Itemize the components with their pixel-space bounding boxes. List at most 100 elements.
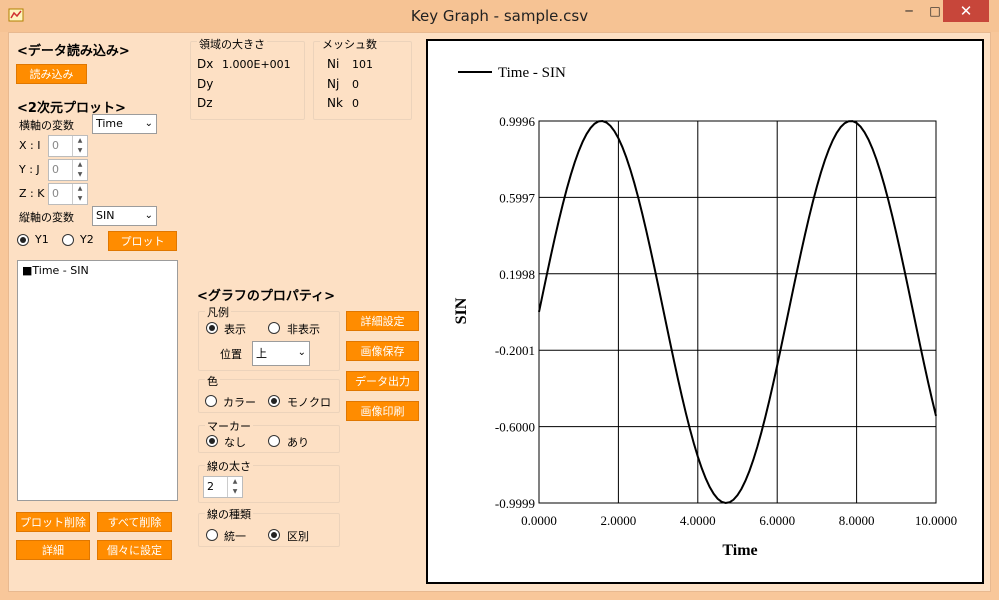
x-index-spinner[interactable]: 0 ▲ ▼ [48,135,88,157]
delete-plot-button[interactable]: プロット削除 [16,512,90,532]
y-tick-label: 0.9996 [499,114,535,129]
yvar-select-value: SIN [96,209,115,222]
color-opt-label: カラー [223,396,256,409]
x-tick-label: 4.0000 [680,513,716,528]
nj-label: Nj [327,77,340,91]
xvar-select-value: Time [96,117,123,130]
chevron-down-icon: ⌄ [144,118,153,129]
plot-button[interactable]: プロット [108,231,177,251]
line-type-label: 線の種類 [205,506,253,522]
spinner-arrows-icon[interactable]: ▲ ▼ [72,136,87,156]
z-index-label: Z : K [19,187,45,200]
y-tick-label: -0.6000 [495,420,535,435]
line-unify-label: 統一 [224,530,246,543]
dz-label: Dz [197,96,213,110]
legend-position-select[interactable]: 上 ⌄ [252,341,310,366]
line-width-spinner[interactable]: 2 ▲ ▼ [203,476,243,498]
legend-position-value: 上 [256,347,267,360]
chart-panel: 0.9996 0.5997 0.1998 -0.2001 -0.6000 -0.9999 … [426,39,984,584]
y2-radio[interactable] [62,234,74,246]
nk-value: 0 [352,97,359,110]
spinner-arrows-icon[interactable]: ▲ ▼ [227,477,242,497]
delete-all-button[interactable]: すべて削除 [97,512,172,532]
detail-settings-button[interactable]: 詳細設定 [346,311,419,331]
yvar-label: 縦軸の変数 [19,211,74,224]
dx-label: Dx [197,57,214,71]
x-tick-label: 8.0000 [839,513,875,528]
y1-radio[interactable] [17,234,29,246]
x-tick-labels: 0.0000 2.0000 4.0000 6.0000 8.0000 10.0000 [521,513,957,528]
xvar-label: 横軸の変数 [19,119,74,132]
individual-settings-button[interactable]: 個々に設定 [97,540,172,560]
y-tick-label: -0.9999 [495,496,535,511]
legend-position-label: 位置 [220,348,242,361]
marker-none-label: なし [224,436,246,449]
y-index-label: Y : J [19,163,40,176]
z-index-spinner[interactable]: 0 ▲ ▼ [48,183,88,205]
legend-hide-label: 非表示 [287,323,320,336]
x-tick-label: 6.0000 [759,513,795,528]
y-axis-label: SIN [453,297,470,324]
load-heading: <データ読み込み> [17,44,130,59]
z-index-value: 0 [52,187,59,200]
marker-some-label: あり [287,436,309,449]
chart-grid [538,120,937,504]
y-tick-label: -0.2001 [495,343,535,358]
x-tick-label: 2.0000 [601,513,637,528]
window-title: Key Graph - sample.csv [410,7,589,25]
color-radio[interactable] [205,395,217,407]
legend-label: Time - SIN [498,65,566,81]
nj-value: 0 [352,78,359,91]
region-heading: 領域の大きさ [197,36,267,52]
line-distinct-radio[interactable] [268,529,280,541]
dx-value: 1.000E+001 [222,58,291,71]
y-tick-label: 0.1998 [499,267,535,282]
xvar-select[interactable]: Time ⌄ [92,114,157,134]
legend-show-radio[interactable] [206,322,218,334]
props-heading: <グラフのプロパティ> [197,289,336,304]
marker-some-radio[interactable] [268,435,280,447]
mono-opt-label: モノクロ [287,396,331,409]
line-width-value: 2 [207,480,214,493]
x-tick-label: 0.0000 [521,513,557,528]
main-panel: <データ読み込み> 読み込み <2次元プロット> 横軸の変数 Time ⌄ X … [8,32,991,592]
close-button[interactable]: ✕ [943,0,989,22]
ni-label: Ni [327,57,340,71]
line-unify-radio[interactable] [206,529,218,541]
series-line-sin [538,119,937,505]
x-tick-label: 10.0000 [915,513,957,528]
color-label: 色 [205,373,220,389]
print-image-button[interactable]: 画像印刷 [346,401,419,421]
legend-hide-radio[interactable] [268,322,280,334]
line-width-label: 線の太さ [205,458,253,474]
title-bar: Key Graph - sample.csv ─ □ ✕ [0,0,999,32]
x-index-value: 0 [52,139,59,152]
detail-button[interactable]: 詳細 [16,540,90,560]
x-axis-label: Time [722,542,757,559]
dy-label: Dy [197,77,214,91]
legend-show-label: 表示 [224,323,246,336]
export-data-button[interactable]: データ出力 [346,371,419,391]
spinner-arrows-icon[interactable]: ▲ ▼ [72,160,87,180]
marker-none-radio[interactable] [206,435,218,447]
line-distinct-label: 区別 [287,530,309,543]
spinner-arrows-icon[interactable]: ▲ ▼ [72,184,87,204]
y1-label: Y1 [35,233,49,246]
ni-value: 101 [352,58,373,71]
x-index-label: X : I [19,139,41,152]
legend-label: 凡例 [205,304,231,320]
nk-label: Nk [327,96,343,110]
y-index-value: 0 [52,163,59,176]
yvar-select[interactable]: SIN ⌄ [92,206,157,226]
save-image-button[interactable]: 画像保存 [346,341,419,361]
mono-radio[interactable] [268,395,280,407]
app-window: Key Graph - sample.csv ─ □ ✕ <データ読み込み> 読… [0,0,999,600]
load-button[interactable]: 読み込み [16,64,87,84]
list-item[interactable]: ■Time - SIN [22,264,89,277]
y-tick-label: 0.5997 [499,190,535,205]
y2-label: Y2 [80,233,94,246]
chevron-down-icon: ⌄ [297,347,306,358]
y-tick-labels: 0.9996 0.5997 0.1998 -0.2001 -0.6000 -0.9999 [495,114,536,511]
plot-list[interactable]: ■Time - SIN [17,260,178,501]
y-index-spinner[interactable]: 0 ▲ ▼ [48,159,88,181]
